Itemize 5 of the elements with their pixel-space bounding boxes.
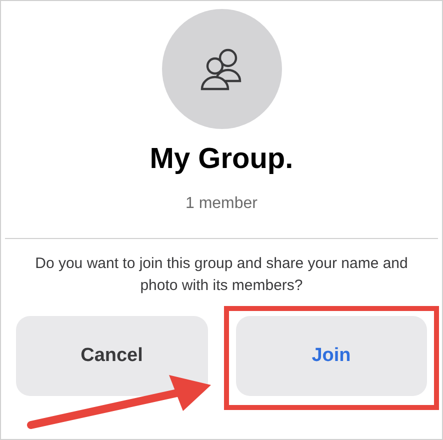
cancel-button[interactable]: Cancel — [16, 316, 208, 396]
join-prompt: Do you want to join this group and share your name and photo with its members? — [34, 254, 409, 296]
group-name: My Group. — [150, 145, 294, 174]
join-button[interactable]: Join — [236, 316, 427, 396]
member-count: 1 member — [185, 194, 258, 214]
